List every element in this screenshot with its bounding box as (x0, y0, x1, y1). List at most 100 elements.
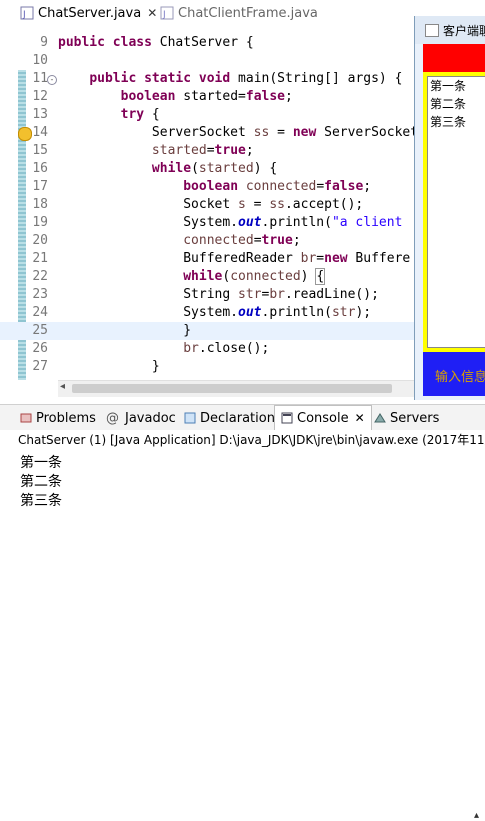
line-number: 21 (32, 251, 48, 266)
at-icon: @ (106, 410, 119, 426)
code-line: 10 (0, 52, 485, 70)
problems-icon (20, 412, 32, 424)
scroll-up-icon[interactable]: ▴ (474, 810, 479, 821)
code-line: 24 System.out.println(str); (0, 304, 485, 322)
line-number: 11 (32, 71, 48, 86)
code-line: 16 while(started) { (0, 160, 485, 178)
declaration-icon (184, 412, 196, 424)
line-number: 17 (32, 179, 48, 194)
tab-label: Console (297, 410, 349, 426)
code-line: 19 System.out.println("a client (0, 214, 485, 232)
tab-label: Problems (36, 410, 96, 426)
line-number: 20 (32, 233, 48, 248)
line-number: 13 (32, 107, 48, 122)
line-number: 9 (40, 35, 48, 50)
warning-icon[interactable] (18, 127, 32, 141)
code-line: 22 while(connected) { (0, 268, 485, 286)
code-text: while(started) { (151, 161, 278, 176)
console-line: 第一条 (20, 455, 62, 471)
code-line: 18 Socket s = ss.accept(); (0, 196, 485, 214)
line-number: 22 (32, 269, 48, 284)
code-text: started=true; (151, 143, 254, 158)
red-panel (423, 44, 485, 72)
horizontal-scrollbar[interactable]: ◂ (58, 380, 414, 397)
code-text: } (58, 359, 160, 374)
java-file-icon: J (20, 6, 34, 20)
message-line: 第一条 (430, 79, 467, 93)
console-output[interactable]: 第一条 第二条 第三条 (20, 454, 62, 511)
console-line: 第二条 (20, 474, 62, 490)
code-text: Socket s = ss.accept(); (58, 197, 364, 212)
console-icon (281, 412, 293, 424)
code-text: boolean connected=false; (183, 179, 372, 194)
code-text: String str=br.readLine(); (58, 287, 379, 302)
message-textarea[interactable]: 第一条 第二条 第三条 (427, 76, 485, 348)
line-number: 16 (32, 161, 48, 176)
code-text: while(connected) { (183, 268, 326, 285)
code-text: System.out.println(str); (58, 305, 372, 320)
console-line: 第三条 (20, 493, 62, 509)
tab-javadoc[interactable]: @ Javadoc (106, 409, 176, 427)
code-line: 26 br.close(); (0, 340, 485, 358)
tab-label: ChatClientFrame.java (178, 5, 318, 21)
tab-label: Javadoc (125, 410, 176, 426)
code-text: System.out.println("a client (58, 215, 403, 230)
console-process-label: ChatServer (1) [Java Application] D:\jav… (18, 433, 485, 447)
line-number: 15 (32, 143, 48, 158)
code-line: 13 try { (0, 106, 485, 124)
code-line: 20 connected=true; (0, 232, 485, 250)
code-line: 17 boolean connected=false; (0, 178, 485, 196)
line-number: 10 (32, 53, 48, 68)
window-icon (425, 24, 439, 37)
line-number: 19 (32, 215, 48, 230)
code-line: 12 boolean started=false; (0, 88, 485, 106)
line-number: 24 (32, 305, 48, 320)
close-icon[interactable]: ✕ (355, 411, 365, 425)
tab-servers[interactable]: Servers (374, 409, 439, 427)
tab-chatclientframe[interactable]: J ChatClientFrame.java (160, 3, 318, 23)
code-text: br.close(); (183, 341, 270, 356)
client-title: 客户端聊 (443, 24, 485, 38)
message-line: 第二条 (430, 97, 467, 111)
code-text: } (58, 323, 192, 338)
scroll-thumb[interactable] (72, 384, 392, 393)
code-line: 15 started=true; (0, 142, 485, 160)
client-titlebar[interactable]: 客户端聊 (415, 16, 485, 44)
code-text: public class ChatServer { (58, 35, 254, 50)
code-text: boolean started=false; (120, 89, 293, 104)
line-number: 25 (32, 323, 48, 338)
line-number: 26 (32, 341, 48, 356)
line-number: 27 (32, 359, 48, 374)
close-icon[interactable]: ✕ (147, 6, 157, 20)
tab-console[interactable]: Console ✕ (274, 405, 372, 430)
line-number: 23 (32, 287, 48, 302)
tab-problems[interactable]: Problems (20, 409, 96, 427)
tab-declaration[interactable]: Declaration (184, 409, 275, 427)
code-text: BufferedReader br=new Buffere (58, 251, 411, 266)
blue-panel: 输入信息 (423, 352, 485, 396)
code-line: 14 ServerSocket ss = new ServerSocket (0, 124, 485, 142)
tab-label: Servers (390, 410, 440, 426)
code-line: 11 public static void main(String[] args… (0, 70, 485, 88)
scroll-left-icon[interactable]: ◂ (60, 381, 65, 392)
java-file-icon: J (160, 6, 174, 20)
code-text: connected=true; (183, 233, 301, 248)
line-number: 12 (32, 89, 48, 104)
input-label: 输入信息 (435, 370, 485, 385)
message-line: 第三条 (430, 115, 467, 129)
code-line: 23 String str=br.readLine(); (0, 286, 485, 304)
code-editor[interactable]: 9 public class ChatServer { 10 11 public st… (0, 26, 485, 380)
code-line: 27 } (0, 358, 485, 376)
code-line: 21 BufferedReader br=new Buffere (0, 250, 485, 268)
code-text: public static void main(String[] args) { (89, 71, 403, 86)
tab-chatserver[interactable]: J ChatServer.java ✕ (20, 3, 157, 23)
servers-icon (374, 412, 386, 424)
client-window: 客户端聊 第一条 第二条 第三条 输入信息 (414, 16, 485, 400)
code-line: 25 } (0, 322, 485, 340)
console-header: ChatServer (1) [Java Application] D:\jav… (0, 430, 485, 450)
svg-text:J: J (22, 10, 26, 20)
svg-text:J: J (162, 10, 166, 20)
view-tab-bar: Problems @ Javadoc Declaration Console ✕… (0, 404, 485, 821)
fold-icon[interactable]: - (47, 75, 57, 85)
code-text: ServerSocket ss = new ServerSocket (58, 125, 419, 140)
